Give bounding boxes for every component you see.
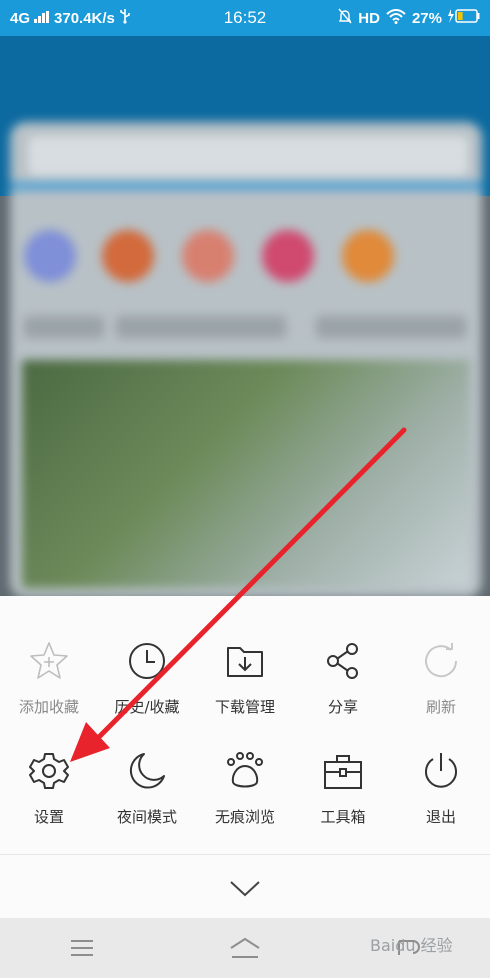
clock-icon bbox=[124, 638, 170, 684]
blurred-photo bbox=[22, 360, 470, 588]
menu-item-exit[interactable]: 退出 bbox=[392, 744, 490, 854]
menu-item-share[interactable]: 分享 bbox=[294, 634, 392, 744]
paw-icon bbox=[222, 748, 268, 794]
blurred-shortcut-2 bbox=[102, 230, 154, 282]
wifi-icon bbox=[386, 8, 406, 28]
status-bar: 4G 370.4K/s 16:52 HD 27% bbox=[0, 0, 490, 36]
clock: 16:52 bbox=[223, 8, 267, 27]
share-icon bbox=[320, 638, 366, 684]
menu-grid: 添加收藏 历史/收藏 下载管理 分享 刷新 设置 夜间模式 无痕浏览 工具箱 退… bbox=[0, 634, 490, 854]
collapse-menu-button[interactable] bbox=[220, 870, 270, 906]
refresh-icon bbox=[418, 638, 464, 684]
status-left: 4G 370.4K/s bbox=[10, 8, 200, 28]
mute-icon bbox=[338, 8, 352, 28]
blurred-shortcut-4 bbox=[262, 230, 314, 282]
home-icon bbox=[230, 937, 260, 958]
power-icon bbox=[418, 748, 464, 794]
menu-item-night-mode[interactable]: 夜间模式 bbox=[98, 744, 196, 854]
blurred-text-2 bbox=[116, 316, 286, 338]
menu-item-incognito[interactable]: 无痕浏览 bbox=[196, 744, 294, 854]
menu-item-history[interactable]: 历史/收藏 bbox=[98, 634, 196, 744]
menu-item-add-bookmark[interactable]: 添加收藏 bbox=[0, 634, 98, 744]
moon-icon bbox=[124, 748, 170, 794]
gear-icon bbox=[26, 748, 72, 794]
menu-item-label: 设置 bbox=[33, 808, 64, 826]
baidu-watermark: Baidu 经验 bbox=[370, 936, 453, 955]
menu-nav-button[interactable] bbox=[52, 928, 112, 968]
hd-label: HD bbox=[358, 9, 380, 27]
battery-percent: 27% bbox=[411, 9, 442, 27]
blurred-text-3 bbox=[316, 316, 466, 338]
menu-item-label: 退出 bbox=[425, 808, 456, 826]
blurred-shortcut-3 bbox=[182, 230, 234, 282]
blurred-text-1 bbox=[24, 316, 104, 338]
menu-item-label: 下载管理 bbox=[214, 698, 275, 716]
menu-row-2: 设置 夜间模式 无痕浏览 工具箱 退出 bbox=[0, 744, 490, 854]
menu-row-1: 添加收藏 历史/收藏 下载管理 分享 刷新 bbox=[0, 634, 490, 744]
chevron-down-icon bbox=[230, 881, 260, 897]
menu-item-label: 历史/收藏 bbox=[114, 698, 180, 716]
blurred-shortcut-5 bbox=[342, 230, 394, 282]
folder-download-icon bbox=[222, 638, 268, 684]
menu-item-label: 分享 bbox=[327, 698, 358, 716]
menu-item-label: 夜间模式 bbox=[116, 808, 177, 826]
hamburger-icon bbox=[70, 940, 93, 956]
home-nav-button[interactable] bbox=[215, 928, 275, 968]
blurred-shortcut-1 bbox=[24, 230, 76, 282]
star-plus-icon bbox=[26, 638, 72, 684]
menu-divider bbox=[0, 854, 490, 855]
battery-icon bbox=[448, 8, 480, 28]
toolbox-icon bbox=[320, 748, 366, 794]
menu-item-label: 工具箱 bbox=[320, 808, 366, 826]
menu-item-downloads[interactable]: 下载管理 bbox=[196, 634, 294, 744]
usb-icon bbox=[119, 8, 131, 28]
menu-item-label: 添加收藏 bbox=[18, 698, 79, 716]
blurred-search-bar bbox=[28, 136, 468, 176]
menu-item-settings[interactable]: 设置 bbox=[0, 744, 98, 854]
network-speed: 370.4K/s bbox=[54, 9, 115, 27]
signal-icon bbox=[34, 10, 50, 27]
menu-item-refresh[interactable]: 刷新 bbox=[392, 634, 490, 744]
blurred-web-page bbox=[10, 122, 482, 598]
blurred-blue-strip bbox=[10, 182, 482, 190]
menu-item-label: 刷新 bbox=[425, 698, 456, 716]
network-type: 4G bbox=[10, 9, 31, 27]
status-right: HD 27% bbox=[290, 8, 480, 28]
menu-item-toolbox[interactable]: 工具箱 bbox=[294, 744, 392, 854]
menu-item-label: 无痕浏览 bbox=[214, 808, 275, 826]
